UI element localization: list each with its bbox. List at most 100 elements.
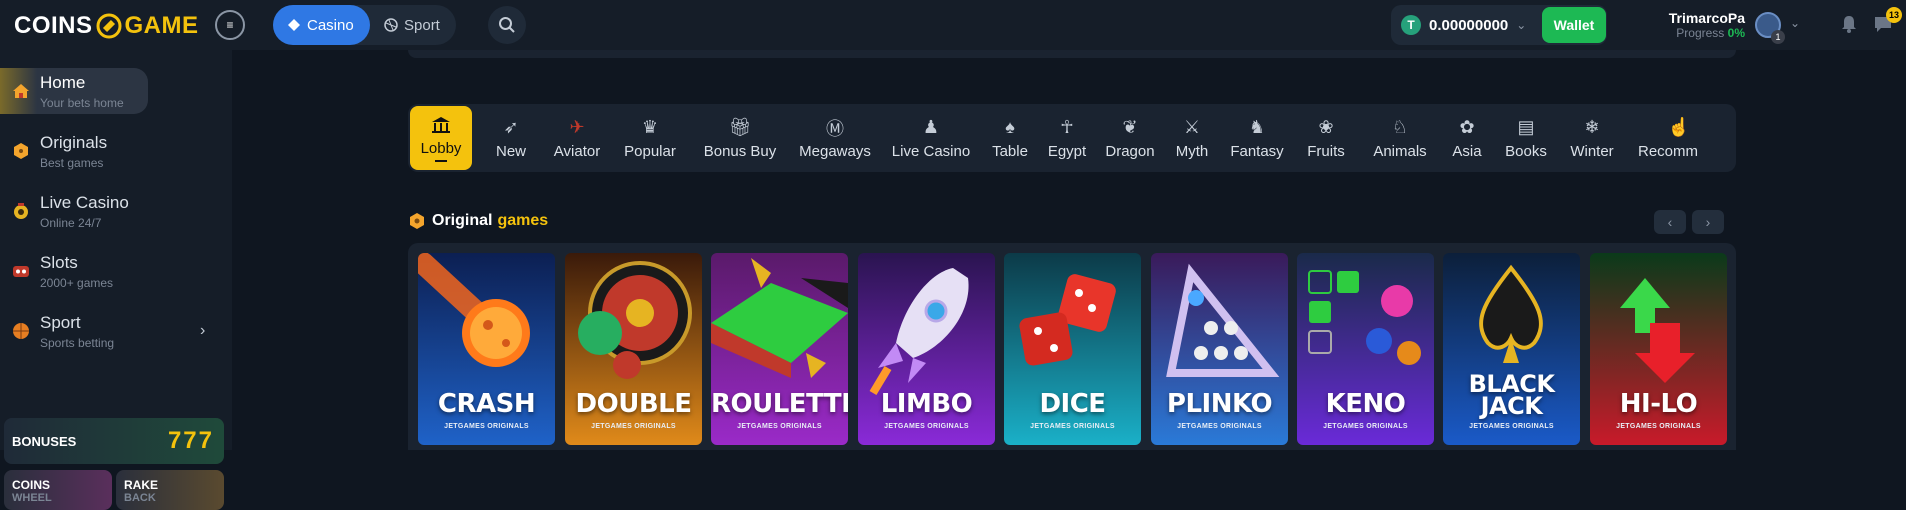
category-label: Lobby (420, 140, 462, 157)
game-card-roulette[interactable]: ROULETTE JETGAMES ORIGINALS (711, 253, 848, 445)
tab-casino-label: Casino (307, 16, 354, 34)
sidebar-item-sport[interactable]: Sport Sports betting (0, 308, 148, 354)
category-egypt[interactable]: ☥ Egypt (1040, 104, 1094, 172)
category-asia[interactable]: ✿ Asia (1442, 104, 1492, 172)
chat-count-badge: 13 (1886, 7, 1902, 23)
game-title-line2: JACK (1480, 392, 1543, 420)
game-title: ROULETTE (711, 389, 848, 419)
sidebar-item-sub: 2000+ games (40, 275, 114, 290)
sidebar-item-label: Live Casino (40, 192, 129, 212)
prev-button[interactable]: ‹ (1654, 210, 1686, 234)
sidebar: Home Your bets home Originals Best games… (0, 50, 232, 510)
category-fruits[interactable]: ❀ Fruits (1294, 104, 1358, 172)
logo[interactable]: COINS GAME (14, 12, 199, 40)
rakeback-title: RAKE (124, 478, 159, 492)
logo-text-left: COINS (14, 12, 93, 39)
chevron-left-icon: ‹ (1667, 214, 1673, 230)
coins-wheel-title: COINS (12, 478, 51, 492)
game-card-limbo[interactable]: LIMBO JETGAMES ORIGINALS (858, 253, 995, 445)
section-title: Original games (408, 212, 548, 230)
category-live-casino[interactable]: ♟ Live Casino (882, 104, 980, 172)
category-megaways[interactable]: Ⓜ Megaways (790, 104, 880, 172)
game-title: PLINKO (1166, 389, 1273, 419)
category-recommended[interactable]: ☝ Recomm (1628, 104, 1736, 172)
game-card-plinko[interactable]: PLINKO JETGAMES ORIGINALS (1151, 253, 1288, 445)
sidebar-item-sub: Sports betting (40, 335, 115, 350)
next-button[interactable]: › (1692, 210, 1724, 234)
myth-icon: ⚔ (1183, 117, 1201, 137)
chevron-right-icon[interactable]: › (200, 322, 205, 340)
category-myth[interactable]: ⚔ Myth (1166, 104, 1218, 172)
category-label: Bonus Buy (703, 142, 777, 160)
game-title: LIMBO (880, 389, 973, 419)
ball-icon (384, 18, 398, 32)
crown-icon: ♛ (641, 117, 659, 137)
sidebar-item-slots[interactable]: Slots 2000+ games (0, 248, 148, 294)
category-winter[interactable]: ❄ Winter (1560, 104, 1624, 172)
category-table[interactable]: ♠ Table (984, 104, 1036, 172)
game-card-double[interactable]: DOUBLE JETGAMES ORIGINALS (565, 253, 702, 445)
wallet-button[interactable]: Wallet (1542, 7, 1606, 43)
category-label: Live Casino (891, 142, 971, 160)
sidebar-item-home[interactable]: Home Your bets home (0, 68, 148, 114)
user-info[interactable]: TrimarcoPa Progress 0% (1640, 10, 1745, 40)
category-dragon[interactable]: ❦ Dragon (1098, 104, 1162, 172)
search-icon (499, 17, 515, 33)
slot-777-icon: 777 (167, 427, 214, 454)
tab-casino[interactable]: Casino (273, 5, 370, 45)
chevron-down-icon: ⌄ (1516, 18, 1527, 32)
category-popular[interactable]: ♛ Popular (612, 104, 688, 172)
category-aviator[interactable]: ✈ Aviator (540, 104, 614, 172)
category-animals[interactable]: ♘ Animals (1360, 104, 1440, 172)
category-label: New (495, 142, 526, 160)
casino-icon (288, 19, 300, 31)
coins-wheel-card[interactable]: COINS WHEEL (4, 470, 112, 510)
category-bar: Lobby ➶ New ✈ Aviator ♛ Popular 🎁︎ Bonus Buy… (408, 104, 1736, 172)
menu-button[interactable]: ≡ (215, 10, 245, 40)
bonuses-label: BONUSES (12, 433, 77, 449)
game-card-crash[interactable]: CRASH JETGAMES ORIGINALS (418, 253, 555, 445)
snowflake-icon: ❄ (1584, 117, 1600, 137)
bonuses-banner[interactable]: BONUSES 777 (4, 418, 224, 464)
category-books[interactable]: ▤ Books (1496, 104, 1556, 172)
category-lobby[interactable]: Lobby (410, 106, 472, 170)
game-provider: JETGAMES ORIGINALS (444, 423, 529, 430)
game-provider: JETGAMES ORIGINALS (1616, 423, 1701, 430)
gift-icon: 🎁︎ (728, 117, 752, 137)
cards-icon: ♠ (1005, 117, 1015, 137)
bell-icon[interactable] (1840, 14, 1858, 34)
category-label: Winter (1570, 142, 1614, 160)
coins-wheel-sub: WHEEL (12, 492, 52, 504)
user-progress: Progress 0% (1640, 26, 1745, 40)
sidebar-item-sub: Your bets home (40, 95, 124, 110)
category-label: Fruits (1307, 142, 1345, 160)
chevron-right-icon: › (1705, 214, 1711, 230)
sidebar-item-live-casino[interactable]: Live Casino Online 24/7 (0, 188, 148, 234)
category-new[interactable]: ➶ New (480, 104, 542, 172)
category-bonus-buy[interactable]: 🎁︎ Bonus Buy (690, 104, 790, 172)
tab-sport[interactable]: Sport (370, 5, 454, 45)
category-label: Dragon (1105, 142, 1155, 160)
game-title: DOUBLE (575, 389, 692, 419)
sidebar-item-originals[interactable]: Originals Best games (0, 128, 148, 174)
category-label: Books (1505, 142, 1547, 160)
game-card-dice[interactable]: DICE JETGAMES ORIGINALS (1004, 253, 1141, 445)
balance-amount: 0.00000000 (1429, 16, 1509, 34)
game-provider: JETGAMES ORIGINALS (737, 423, 822, 430)
banner-strip (408, 50, 1736, 58)
search-button[interactable] (488, 6, 526, 44)
game-card-blackjack[interactable]: BLACK JACK JETGAMES ORIGINALS (1443, 253, 1580, 445)
animal-icon: ♘ (1391, 117, 1409, 137)
game-card-hi-lo[interactable]: HI-LO JETGAMES ORIGINALS (1590, 253, 1727, 445)
basketball-icon (13, 323, 29, 339)
game-card-keno[interactable]: KENO JETGAMES ORIGINALS (1297, 253, 1434, 445)
lotus-icon: ✿ (1459, 117, 1475, 137)
game-title: BLACK JACK (1443, 372, 1580, 420)
rakeback-card[interactable]: RAKE BACK (116, 470, 224, 510)
lobby-icon (430, 114, 452, 136)
category-fantasy[interactable]: ♞ Fantasy (1222, 104, 1292, 172)
chevron-down-icon[interactable]: ⌄ (1790, 16, 1800, 30)
avatar-level-badge: 1 (1771, 30, 1785, 44)
category-label: Table (992, 142, 1028, 160)
game-provider: JETGAMES ORIGINALS (1177, 423, 1262, 430)
